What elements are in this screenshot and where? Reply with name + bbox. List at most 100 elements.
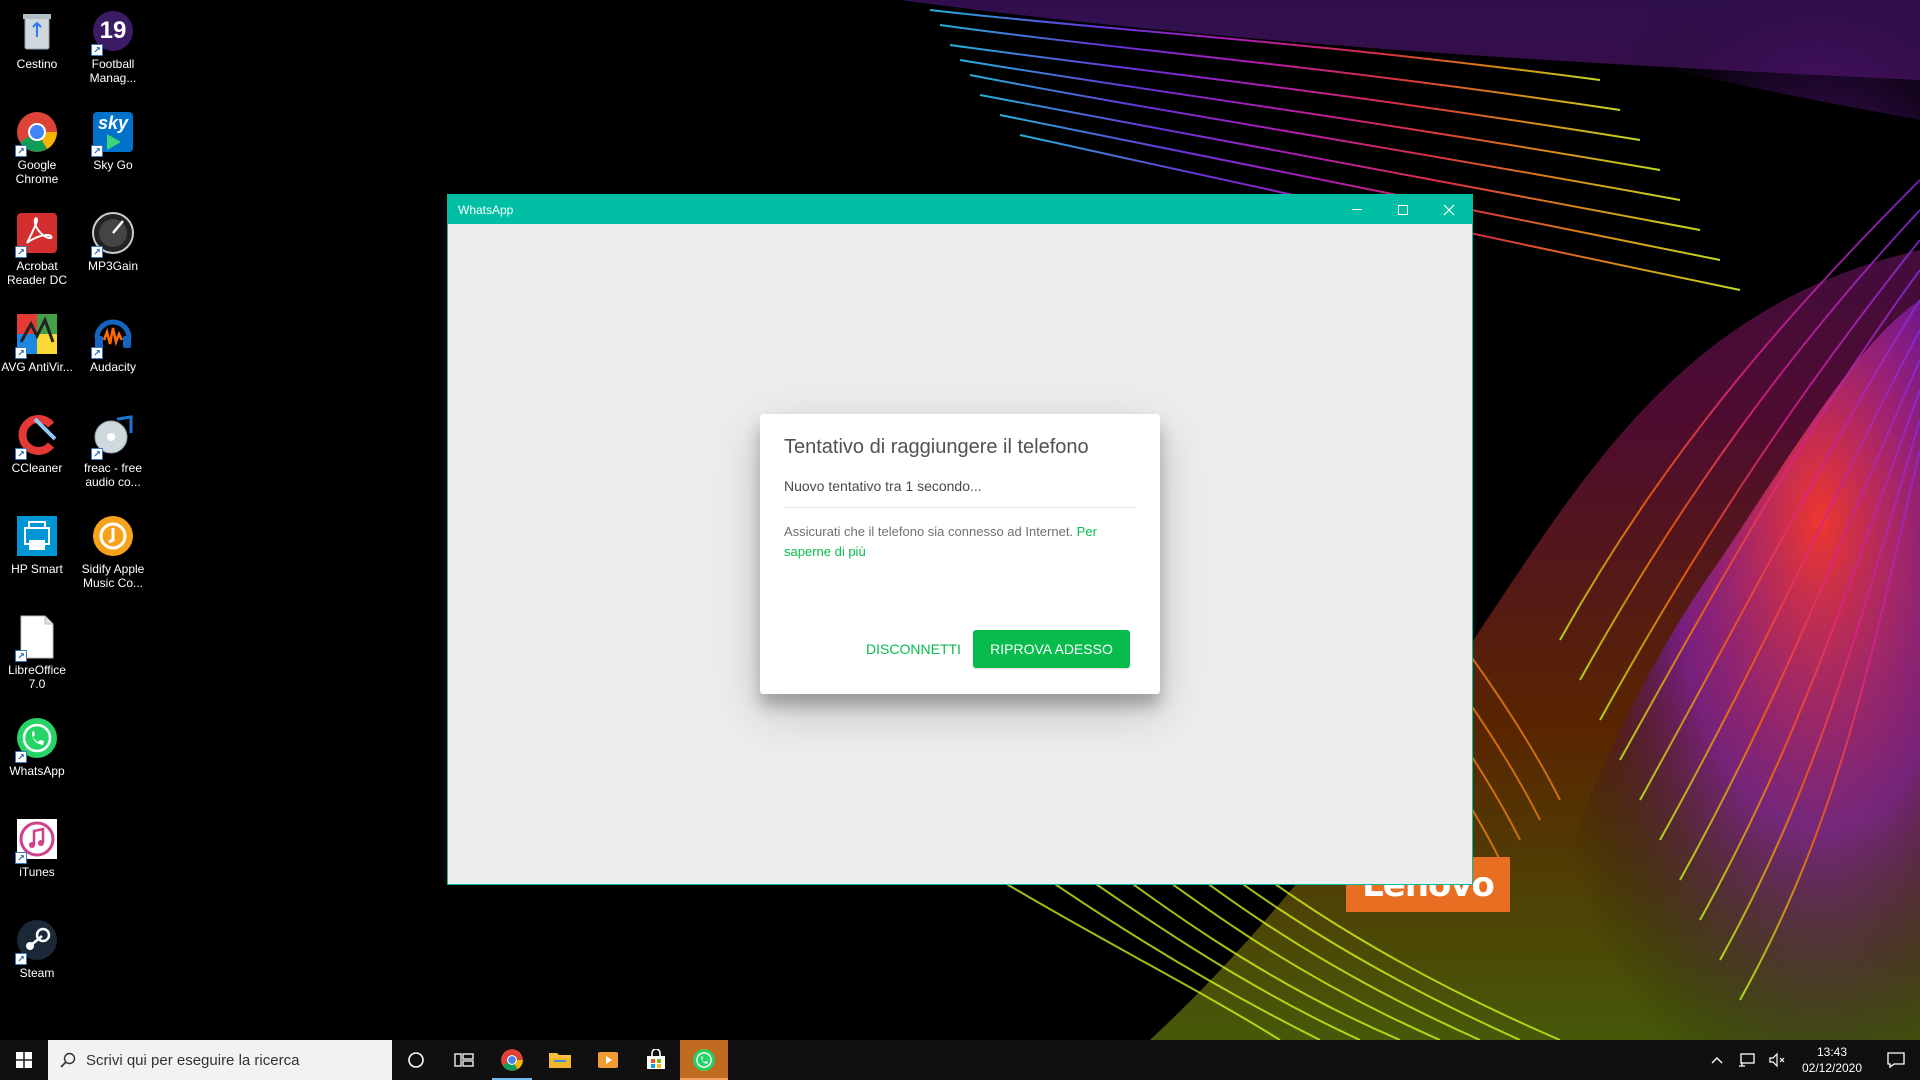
sky-go-icon: sky ↗: [90, 109, 136, 157]
desktop-icon-label: Football Manag...: [89, 57, 137, 85]
window-title: WhatsApp: [458, 202, 514, 217]
shortcut-arrow-icon: ↗: [91, 347, 103, 359]
whatsapp-window: WhatsApp Tentativo di raggiungere il tel…: [448, 195, 1472, 884]
retry-now-button[interactable]: RIPROVA ADESSO: [973, 630, 1130, 668]
chevron-up-icon: [1711, 1057, 1723, 1064]
network-button[interactable]: [1732, 1040, 1762, 1080]
disconnect-button[interactable]: DISCONNETTI: [846, 630, 981, 668]
desktop-icon-sky-go[interactable]: sky ↗ Sky Go: [76, 109, 150, 172]
minimize-button[interactable]: [1334, 195, 1380, 224]
mp3gain-icon: ↗: [90, 210, 136, 258]
cortana-button[interactable]: [392, 1040, 440, 1080]
shortcut-arrow-icon: ↗: [15, 246, 27, 258]
libreoffice-icon: ↗: [14, 614, 60, 662]
shortcut-arrow-icon: ↗: [91, 448, 103, 460]
taskbar-store[interactable]: [632, 1040, 680, 1080]
shortcut-arrow-icon: ↗: [91, 44, 103, 56]
avg-icon: ↗: [14, 311, 60, 359]
shortcut-arrow-icon: ↗: [15, 953, 27, 965]
media-player-icon: [598, 1052, 618, 1068]
desktop-icon-itunes[interactable]: ↗ iTunes: [0, 816, 74, 879]
cortana-icon: [408, 1052, 424, 1068]
whatsapp-icon: [693, 1049, 715, 1071]
shortcut-arrow-icon: ↗: [91, 145, 103, 157]
desktop-icon-label: Sky Go: [93, 158, 133, 172]
shortcut-arrow-icon: ↗: [15, 852, 27, 864]
desktop-icon-label: freac - free audio co...: [83, 461, 143, 489]
taskbar-file-explorer[interactable]: [536, 1040, 584, 1080]
desktop-icon-avg[interactable]: ↗ AVG AntiVir...: [0, 311, 74, 374]
desktop-icon-football-manager[interactable]: 19 ↗ Football Manag...: [76, 8, 150, 85]
dialog-body-text: Assicurati che il telefono sia connesso …: [784, 524, 1077, 539]
chrome-icon: ↗: [14, 109, 60, 157]
dialog-retry-countdown: Nuovo tentativo tra 1 secondo...: [784, 478, 982, 494]
desktop-icon-hp-smart[interactable]: HP Smart: [0, 513, 74, 576]
recycle-bin-icon: [14, 8, 60, 54]
start-button[interactable]: [0, 1040, 48, 1080]
volume-button[interactable]: [1762, 1040, 1792, 1080]
chrome-icon: [501, 1049, 523, 1071]
desktop-icon-label: Acrobat Reader DC: [6, 259, 68, 287]
shortcut-arrow-icon: ↗: [15, 751, 27, 763]
close-button[interactable]: [1426, 195, 1472, 224]
desktop-icon-label: Sidify Apple Music Co...: [81, 562, 145, 590]
sky-go-badge: sky: [97, 113, 129, 133]
football-manager-icon: 19 ↗: [90, 8, 136, 56]
desktop-icon-cestino[interactable]: Cestino: [0, 8, 74, 71]
desktop-icon-label: WhatsApp: [9, 764, 65, 778]
desktop-icon-whatsapp[interactable]: ↗ WhatsApp: [0, 715, 74, 778]
shortcut-arrow-icon: ↗: [91, 246, 103, 258]
desktop-icon-label: Steam: [19, 966, 55, 980]
desktop-icon-mp3gain[interactable]: ↗ MP3Gain: [76, 210, 150, 273]
search-icon: [60, 1052, 76, 1068]
dialog-title: Tentativo di raggiungere il telefono: [784, 436, 1089, 458]
audacity-icon: ↗: [90, 311, 136, 359]
desktop-icon-label: MP3Gain: [87, 259, 139, 273]
search-placeholder: Scrivi qui per eseguire la ricerca: [86, 1051, 300, 1069]
desktop-icon-libreoffice[interactable]: ↗ LibreOffice 7.0: [0, 614, 74, 691]
clock-date: 02/12/2020: [1801, 1061, 1863, 1075]
desktop-icon-chrome[interactable]: ↗ Google Chrome: [0, 109, 74, 186]
shortcut-arrow-icon: ↗: [15, 145, 27, 157]
minimize-icon: [1352, 209, 1362, 210]
task-view-button[interactable]: [440, 1040, 488, 1080]
itunes-icon: ↗: [14, 816, 60, 864]
network-icon: [1739, 1053, 1755, 1067]
desktop-icon-label: HP Smart: [11, 562, 63, 576]
whatsapp-icon: ↗: [14, 715, 60, 763]
close-icon: [1443, 204, 1455, 215]
desktop-icon-acrobat[interactable]: ↗ Acrobat Reader DC: [0, 210, 74, 287]
taskbar-whatsapp[interactable]: [680, 1040, 728, 1080]
ccleaner-icon: ↗: [14, 412, 60, 460]
dialog-divider: [784, 507, 1136, 508]
desktop-icon-freac[interactable]: ↗ freac - free audio co...: [76, 412, 150, 489]
volume-muted-icon: [1769, 1052, 1785, 1068]
window-titlebar[interactable]: WhatsApp: [448, 195, 1472, 224]
desktop-icon-audacity[interactable]: ↗ Audacity: [76, 311, 150, 374]
desktop-icon-label: iTunes: [19, 865, 55, 879]
taskbar-search-box[interactable]: Scrivi qui per eseguire la ricerca: [48, 1040, 392, 1080]
connection-dialog: Tentativo di raggiungere il telefono Nuo…: [760, 414, 1160, 694]
sidify-icon: [90, 513, 136, 559]
taskbar-media-player[interactable]: [584, 1040, 632, 1080]
taskbar-chrome[interactable]: [488, 1040, 536, 1080]
show-hidden-icons-button[interactable]: [1702, 1040, 1732, 1080]
maximize-button[interactable]: [1380, 195, 1426, 224]
hp-smart-icon: [14, 513, 60, 559]
acrobat-icon: ↗: [14, 210, 60, 258]
dialog-body: Assicurati che il telefono sia connesso …: [784, 522, 1136, 562]
desktop-icon-label: AVG AntiVir...: [1, 360, 73, 374]
action-center-button[interactable]: [1872, 1040, 1920, 1080]
store-icon: [647, 1049, 665, 1069]
taskbar-clock[interactable]: 13:43 02/12/2020: [1792, 1044, 1872, 1076]
desktop-icon-ccleaner[interactable]: ↗ CCleaner: [0, 412, 74, 475]
desktop-icon-steam[interactable]: ↗ Steam: [0, 917, 74, 980]
steam-icon: ↗: [14, 917, 60, 965]
task-view-icon: [454, 1053, 474, 1067]
desktop-icon-label: LibreOffice 7.0: [8, 663, 66, 691]
shortcut-arrow-icon: ↗: [15, 347, 27, 359]
desktop-icon-sidify[interactable]: Sidify Apple Music Co...: [76, 513, 150, 590]
desktop-icon-label: Google Chrome: [15, 158, 59, 186]
maximize-icon: [1398, 204, 1408, 215]
windows-logo-icon: [16, 1052, 32, 1068]
